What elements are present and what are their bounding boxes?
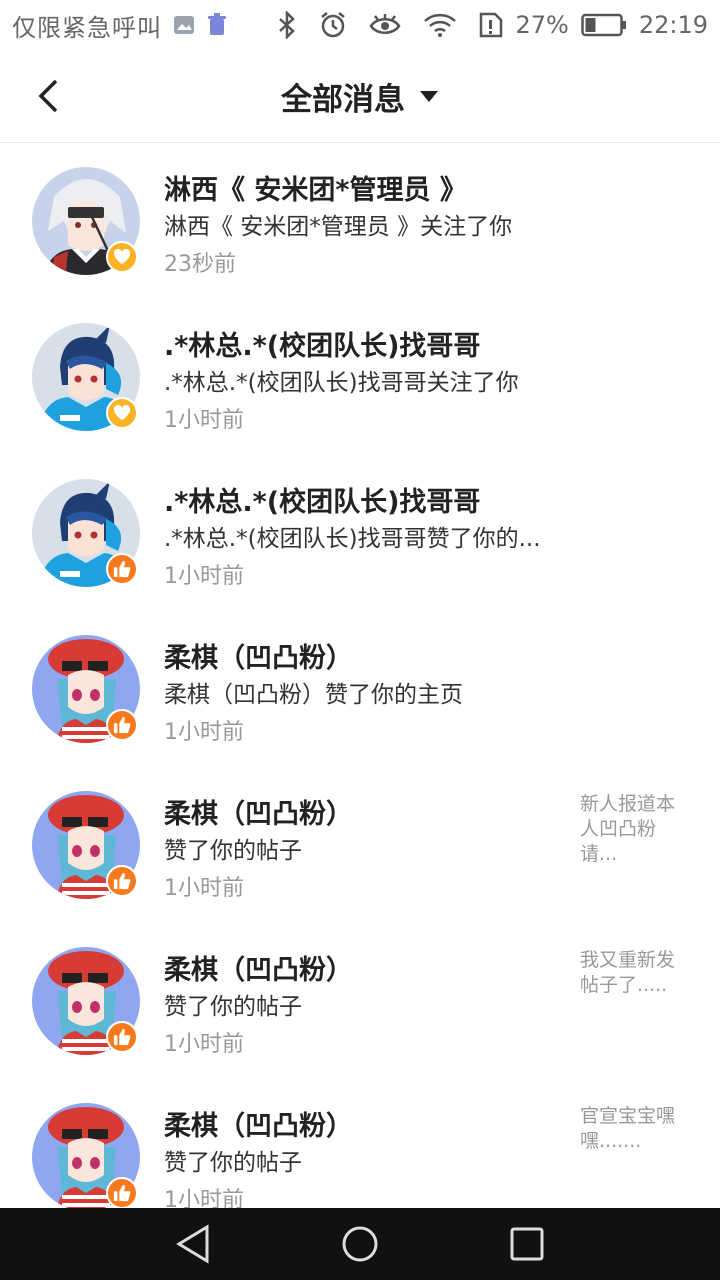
- message-time: 1小时前: [164, 564, 244, 589]
- message-text: 赞了你的帖子: [164, 994, 302, 1020]
- message-list[interactable]: 淋西《 安米团*管理员 》 淋西《 安米团*管理员 》关注了你 23秒前 .*林…: [0, 144, 720, 1208]
- sender-name[interactable]: 柔棋（凹凸粉）: [164, 948, 353, 987]
- caret-down-icon: [420, 91, 438, 102]
- battery-percent: 27%: [515, 11, 569, 39]
- sender-name[interactable]: 柔棋（凹凸粉）: [164, 636, 353, 675]
- follow-badge: [106, 241, 138, 273]
- message-item[interactable]: 淋西《 安米团*管理员 》 淋西《 安米团*管理员 》关注了你 23秒前: [0, 144, 720, 300]
- nav-back-button[interactable]: [163, 1214, 223, 1274]
- thumbs-up-icon: [113, 872, 131, 890]
- eye-comfort-icon: [369, 13, 401, 37]
- sender-name[interactable]: 淋西《 安米团*管理员 》: [164, 168, 467, 207]
- heart-icon: [113, 249, 131, 265]
- thumbs-up-icon: [113, 1028, 131, 1046]
- alarm-icon: [319, 11, 347, 39]
- header-bar: 全部消息: [0, 50, 720, 143]
- status-bar: 仅限紧急呼叫 27% 22:19: [0, 0, 720, 50]
- message-text: .*林总.*(校团队长)找哥哥关注了你: [164, 370, 519, 396]
- nav-home-button[interactable]: [330, 1214, 390, 1274]
- message-item[interactable]: .*林总.*(校团队长)找哥哥 .*林总.*(校团队长)找哥哥关注了你 1小时前: [0, 300, 720, 456]
- wifi-icon: [423, 12, 457, 38]
- message-text: 柔棋（凹凸粉）赞了你的主页: [164, 682, 463, 708]
- message-text: 赞了你的帖子: [164, 838, 302, 864]
- like-badge: [106, 1177, 138, 1208]
- bluetooth-icon: [277, 11, 297, 39]
- message-time: 1小时前: [164, 1032, 244, 1057]
- message-time: 1小时前: [164, 408, 244, 433]
- sender-name[interactable]: .*林总.*(校团队长)找哥哥: [164, 480, 480, 519]
- sim-alert-icon: [479, 12, 503, 38]
- message-item[interactable]: 柔棋（凹凸粉） 赞了你的帖子 1小时前 我又重新发帖子了.....: [0, 924, 720, 1080]
- message-text: 淋西《 安米团*管理员 》关注了你: [164, 214, 513, 240]
- thumbs-up-icon: [113, 716, 131, 734]
- battery-icon: [581, 13, 627, 37]
- triangle-back-icon: [176, 1224, 209, 1264]
- post-preview[interactable]: 我又重新发帖子了.....: [580, 948, 692, 998]
- sender-name[interactable]: 柔棋（凹凸粉）: [164, 1104, 353, 1143]
- message-filter-dropdown[interactable]: 全部消息: [281, 74, 439, 119]
- image-notification-icon: [172, 13, 196, 37]
- carrier-text: 仅限紧急呼叫: [12, 13, 162, 42]
- nav-recents-button[interactable]: [497, 1214, 557, 1274]
- message-time: 1小时前: [164, 720, 244, 745]
- message-text: .*林总.*(校团队长)找哥哥赞了你的...: [164, 526, 541, 552]
- system-navigation-bar: [0, 1208, 720, 1280]
- message-time: 1小时前: [164, 1188, 244, 1208]
- circle-home-icon: [342, 1226, 378, 1262]
- like-badge: [106, 553, 138, 585]
- post-preview[interactable]: 官宣宝宝嘿嘿.......: [580, 1104, 692, 1154]
- heart-icon: [113, 405, 131, 421]
- sender-name[interactable]: .*林总.*(校团队长)找哥哥: [164, 324, 480, 363]
- sender-name[interactable]: 柔棋（凹凸粉）: [164, 792, 353, 831]
- chevron-left-icon: [38, 79, 58, 113]
- thumbs-up-icon: [113, 1184, 131, 1202]
- message-item[interactable]: 柔棋（凹凸粉） 赞了你的帖子 1小时前 新人报道本人凹凸粉请...: [0, 768, 720, 924]
- thumbs-up-icon: [113, 560, 131, 578]
- like-badge: [106, 709, 138, 741]
- message-item[interactable]: .*林总.*(校团队长)找哥哥 .*林总.*(校团队长)找哥哥赞了你的... 1…: [0, 456, 720, 612]
- clock-time: 22:19: [638, 11, 708, 39]
- like-badge: [106, 1021, 138, 1053]
- message-item[interactable]: 柔棋（凹凸粉） 柔棋（凹凸粉）赞了你的主页 1小时前: [0, 612, 720, 768]
- post-preview[interactable]: 新人报道本人凹凸粉请...: [580, 792, 692, 867]
- page-title: 全部消息: [281, 81, 405, 118]
- cleaner-notification-icon: [206, 13, 228, 37]
- like-badge: [106, 865, 138, 897]
- follow-badge: [106, 397, 138, 429]
- back-button[interactable]: [24, 68, 72, 124]
- message-time: 23秒前: [164, 252, 236, 277]
- message-time: 1小时前: [164, 876, 244, 901]
- square-recents-icon: [510, 1227, 544, 1261]
- message-item[interactable]: 柔棋（凹凸粉） 赞了你的帖子 1小时前 官宣宝宝嘿嘿.......: [0, 1080, 720, 1208]
- message-text: 赞了你的帖子: [164, 1150, 302, 1176]
